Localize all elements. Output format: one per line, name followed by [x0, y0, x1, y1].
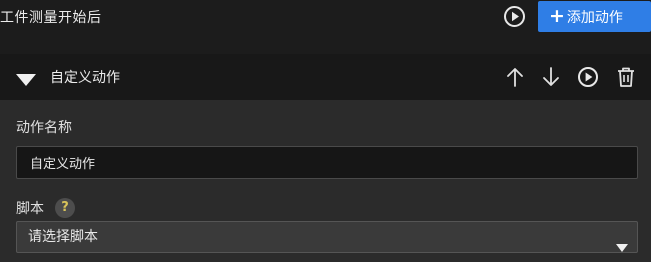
- page-title: 工件测量开始后: [0, 10, 102, 26]
- action-section-header: 自定义动作: [0, 54, 651, 100]
- run-action-icon[interactable]: [577, 66, 599, 88]
- action-title: 自定义动作: [50, 70, 120, 86]
- trash-icon[interactable]: [615, 66, 637, 88]
- script-select-value: 请选择脚本: [28, 229, 98, 245]
- action-name-input[interactable]: [16, 146, 638, 179]
- help-icon[interactable]: ?: [55, 198, 75, 218]
- chevron-down-icon: [616, 233, 628, 252]
- play-icon[interactable]: [503, 5, 526, 28]
- action-panel: 工件测量开始后 + 添加动作 自定义动作 动作名称 自定义动作 脚本 ? 请选择…: [0, 0, 651, 262]
- add-action-label: 添加动作: [566, 9, 623, 26]
- action-form: 动作名称 脚本 ? 请选择脚本: [0, 100, 651, 262]
- arrow-up-icon[interactable]: [504, 66, 526, 88]
- add-action-button[interactable]: + 添加动作: [538, 1, 651, 32]
- arrow-down-icon[interactable]: [540, 66, 562, 88]
- action-name-label: 动作名称: [16, 120, 72, 136]
- header-bar: 工件测量开始后 + 添加动作: [0, 0, 651, 34]
- plus-icon: +: [549, 5, 565, 27]
- collapse-triangle-icon[interactable]: [16, 71, 36, 86]
- script-select[interactable]: 请选择脚本: [16, 221, 638, 253]
- script-label: 脚本: [16, 201, 44, 217]
